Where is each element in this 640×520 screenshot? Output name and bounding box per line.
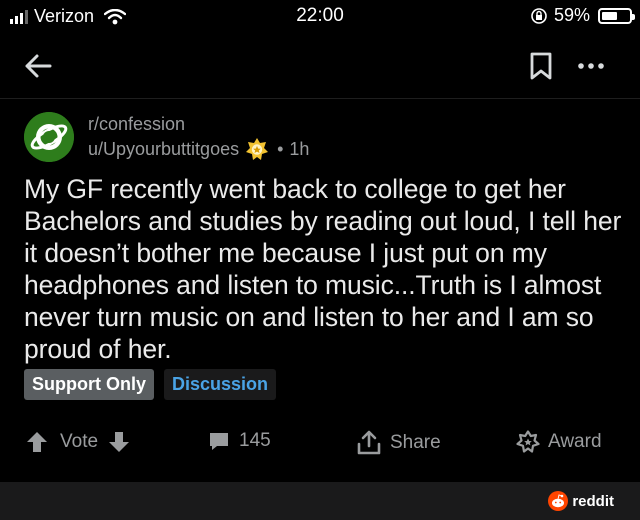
comment-icon xyxy=(210,433,228,450)
upvote-icon[interactable] xyxy=(26,430,48,454)
meta-separator: • xyxy=(277,139,284,159)
award-icon xyxy=(516,430,540,453)
flair-discussion[interactable]: Discussion xyxy=(164,369,277,400)
downvote-icon[interactable] xyxy=(108,430,130,454)
carrier-name: Verizon xyxy=(34,6,95,26)
status-left: Verizon xyxy=(10,6,127,27)
post-age: 1h xyxy=(289,139,310,159)
vote-label: Vote xyxy=(60,431,99,452)
share-button[interactable]: Share xyxy=(356,430,441,456)
orientation-lock-icon xyxy=(531,7,547,24)
battery-icon xyxy=(598,7,635,24)
award-button[interactable]: Award xyxy=(516,430,602,454)
status-right: 59% xyxy=(530,5,635,26)
share-icon xyxy=(357,430,381,455)
reddit-logo-icon xyxy=(548,491,569,511)
battery-percent: 59% xyxy=(553,5,590,25)
planet-icon xyxy=(24,112,74,162)
award-label: Award xyxy=(548,431,602,452)
save-post-button[interactable] xyxy=(526,50,556,82)
status-bar: Verizon 22:00 59% xyxy=(0,0,640,34)
post-actions: Vote 145 Share Award xyxy=(0,430,640,464)
footer-bar: reddit xyxy=(0,482,640,520)
subreddit-name[interactable]: r/confession xyxy=(88,113,309,135)
share-label: Share xyxy=(390,432,441,453)
author-line: u/Upyourbuttitgoes • 1h xyxy=(88,137,309,161)
post-meta: r/confession u/Upyourbuttitgoes • 1h xyxy=(88,113,309,161)
bookmark-icon xyxy=(530,52,552,80)
wifi-icon xyxy=(104,8,127,24)
user-award-icon xyxy=(246,138,269,160)
reddit-brand: reddit xyxy=(548,491,614,511)
more-options-button[interactable] xyxy=(575,50,607,82)
flair-row: Support Only Discussion xyxy=(24,369,277,400)
flair-support-only[interactable]: Support Only xyxy=(24,369,154,400)
comments-button[interactable]: 145 xyxy=(208,430,271,452)
post-title: My GF recently went back to college to g… xyxy=(24,174,622,364)
nav-bar xyxy=(0,34,640,99)
signal-strength-icon xyxy=(10,9,28,24)
back-button[interactable] xyxy=(22,50,54,82)
reddit-wordmark: reddit xyxy=(572,492,614,510)
vote-group: Vote xyxy=(26,430,130,454)
arrow-left-icon xyxy=(25,54,52,78)
author-username[interactable]: u/Upyourbuttitgoes xyxy=(88,137,239,161)
comments-count: 145 xyxy=(239,430,271,451)
subreddit-avatar[interactable] xyxy=(24,112,74,162)
more-horizontal-icon xyxy=(578,63,604,69)
battery-fill xyxy=(602,11,617,20)
